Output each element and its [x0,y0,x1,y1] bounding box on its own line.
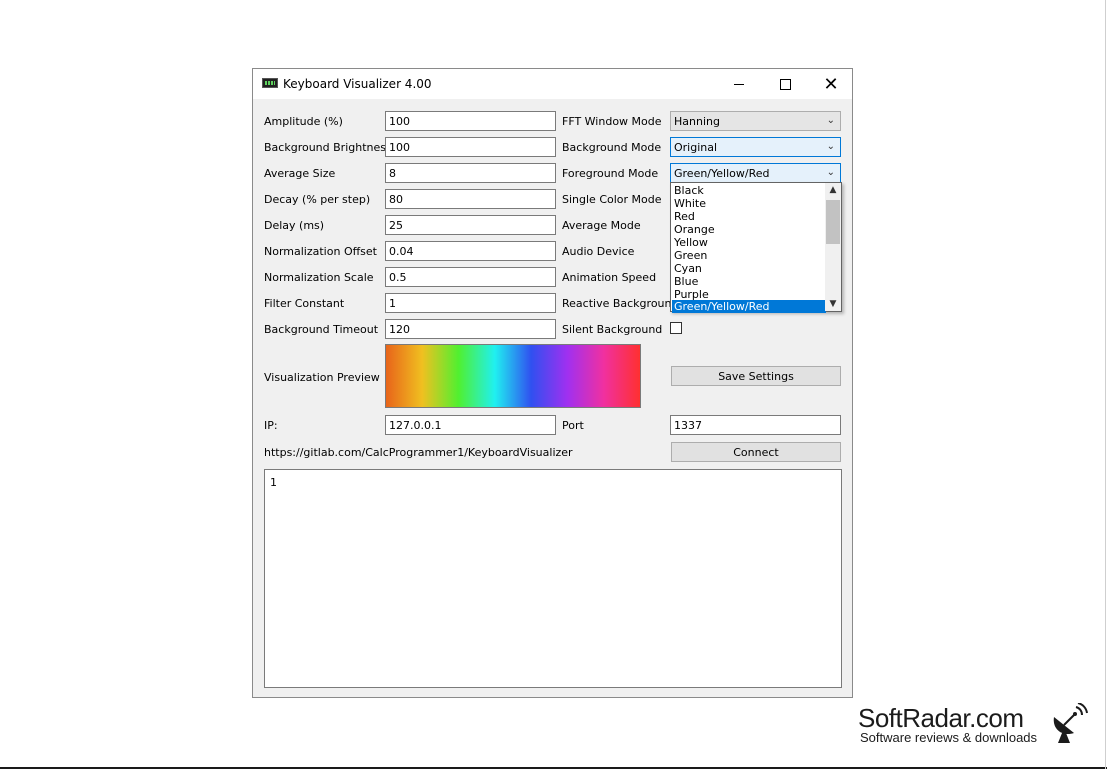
dropdown-option[interactable]: Red [672,210,826,223]
softradar-watermark: SoftRadar.com Software reviews & downloa… [858,703,1088,747]
dropdown-option[interactable]: Green [672,249,826,262]
dropdown-option[interactable]: Orange [672,223,826,236]
dropdown-option[interactable]: White [672,197,826,210]
background-timeout-input[interactable]: 120 [385,319,556,339]
dropdown-scrollbar[interactable]: ▲ ▼ [825,183,841,311]
close-icon: ✕ [823,73,839,95]
dropdown-option[interactable]: Yellow [672,236,826,249]
scroll-up-icon[interactable]: ▲ [825,183,841,197]
keyboard-app-icon [262,78,278,88]
foreground-mode-select[interactable]: Green/Yellow/Red ⌄ [670,163,841,183]
minimize-button[interactable] [716,69,762,99]
output-log[interactable]: 1 [264,469,842,688]
background-brightness-label: Background Brightness [264,141,392,154]
foreground-mode-label: Foreground Mode [562,167,659,180]
background-timeout-label: Background Timeout [264,323,379,336]
filter-constant-input[interactable]: 1 [385,293,556,313]
keyboard-visualizer-window: Keyboard Visualizer 4.00 ✕ Amplitude (%)… [252,68,853,698]
filter-constant-label: Filter Constant [264,297,345,310]
title-bar[interactable]: Keyboard Visualizer 4.00 ✕ [253,69,852,99]
foreground-mode-dropdown-list[interactable]: Black White Red Orange Yellow Green Cyan… [670,182,842,313]
average-mode-label: Average Mode [562,219,641,232]
scroll-down-icon[interactable]: ▼ [825,297,841,311]
scroll-thumb[interactable] [826,200,840,244]
port-label: Port [562,419,584,432]
background-brightness-input[interactable]: 100 [385,137,556,157]
fft-window-mode-value: Hanning [674,115,720,128]
background-mode-value: Original [674,141,718,154]
average-size-label: Average Size [264,167,336,180]
close-button[interactable]: ✕ [808,69,854,99]
amplitude-input[interactable]: 100 [385,111,556,131]
reactive-background-label: Reactive Background [562,297,679,310]
decay-input[interactable]: 80 [385,189,556,209]
dropdown-option-selected[interactable]: Green/Yellow/Red [672,300,826,313]
audio-device-label: Audio Device [562,245,635,258]
minimize-icon [734,83,744,85]
foreground-mode-value: Green/Yellow/Red [674,167,770,180]
visualization-preview-label: Visualization Preview [264,371,380,384]
ip-input[interactable]: 127.0.0.1 [385,415,556,435]
window-title: Keyboard Visualizer 4.00 [283,77,432,91]
dropdown-option[interactable]: Cyan [672,262,826,275]
satellite-dish-icon [1053,703,1088,743]
fft-window-mode-select[interactable]: Hanning ⌄ [670,111,841,131]
silent-background-checkbox[interactable] [670,322,682,334]
background-mode-label: Background Mode [562,141,662,154]
chevron-down-icon: ⌄ [826,115,835,126]
maximize-icon [779,78,791,90]
fft-window-mode-label: FFT Window Mode [562,115,662,128]
amplitude-label: Amplitude (%) [264,115,343,128]
normalization-offset-label: Normalization Offset [264,245,377,258]
chevron-down-icon: ⌄ [826,141,835,152]
page-right-border [1105,0,1106,769]
single-color-mode-label: Single Color Mode [562,193,662,206]
average-size-input[interactable]: 8 [385,163,556,183]
silent-background-label: Silent Background [562,323,663,336]
maximize-button[interactable] [762,69,808,99]
delay-label: Delay (ms) [264,219,325,232]
connect-button[interactable]: Connect [671,442,841,462]
dropdown-option[interactable]: Blue [672,275,826,288]
save-settings-button[interactable]: Save Settings [671,366,841,386]
normalization-scale-label: Normalization Scale [264,271,374,284]
background-mode-select[interactable]: Original ⌄ [670,137,841,157]
normalization-offset-input[interactable]: 0.04 [385,241,556,261]
port-input[interactable]: 1337 [670,415,841,435]
animation-speed-label: Animation Speed [562,271,657,284]
normalization-scale-input[interactable]: 0.5 [385,267,556,287]
ip-label: IP: [264,419,278,432]
chevron-down-icon: ⌄ [826,167,835,178]
watermark-tagline: Software reviews & downloads [860,730,1038,745]
dropdown-option[interactable]: Black [672,184,826,197]
gitlab-link[interactable]: https://gitlab.com/CalcProgrammer1/Keybo… [264,446,573,459]
visualization-preview [385,344,641,408]
delay-input[interactable]: 25 [385,215,556,235]
decay-label: Decay (% per step) [264,193,371,206]
